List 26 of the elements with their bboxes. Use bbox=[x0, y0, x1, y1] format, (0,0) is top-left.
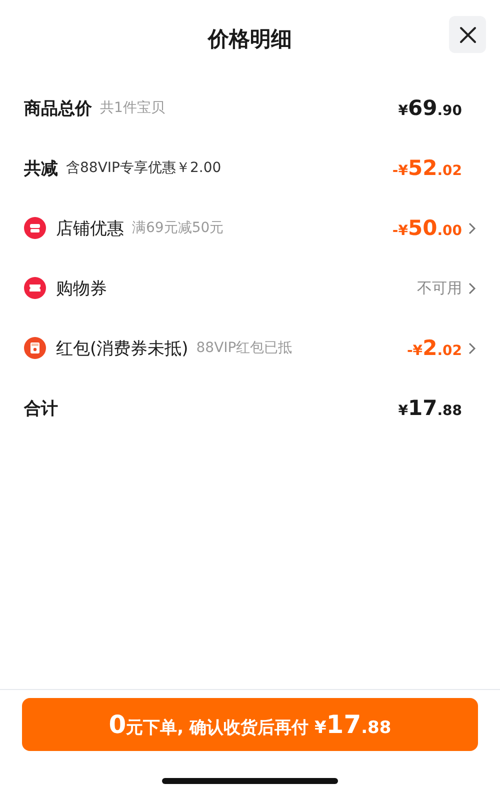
chevron-right-icon[interactable] bbox=[468, 342, 476, 354]
sheet-title: 价格明细 bbox=[208, 26, 292, 53]
status-text: 不可用 bbox=[417, 278, 462, 298]
amount-text: -¥52.02 bbox=[392, 156, 462, 180]
row-label: 合计 bbox=[24, 398, 58, 420]
amount-text: ¥69.90 bbox=[398, 96, 462, 120]
row-note: 含88VIP专享优惠￥2.00 bbox=[66, 159, 222, 177]
row-label: 红包(消费券未抵) bbox=[56, 338, 188, 360]
amount-text: -¥50.00 bbox=[392, 216, 462, 240]
amount-text: -¥2.02 bbox=[407, 336, 462, 360]
row-label: 店铺优惠 bbox=[56, 218, 124, 240]
row-note: 88VIP红包已抵 bbox=[196, 339, 292, 357]
pay-button[interactable]: 0元下单, 确认收货后再付 ¥17.88 bbox=[22, 698, 478, 751]
chevron-right-icon[interactable] bbox=[468, 222, 476, 234]
chevron-right-icon[interactable] bbox=[468, 282, 476, 294]
amount-text: ¥17.88 bbox=[398, 396, 462, 420]
row-label: 购物券 bbox=[56, 278, 107, 300]
ticket-icon bbox=[24, 277, 46, 299]
row-label: 共减 bbox=[24, 158, 58, 180]
close-button[interactable] bbox=[449, 16, 486, 53]
row-note: 满69元减50元 bbox=[132, 219, 224, 237]
store-icon bbox=[24, 217, 46, 239]
envelope-icon bbox=[24, 337, 46, 359]
row-note: 共1件宝贝 bbox=[100, 99, 165, 117]
row-label: 商品总价 bbox=[24, 98, 92, 120]
close-icon bbox=[458, 26, 476, 44]
